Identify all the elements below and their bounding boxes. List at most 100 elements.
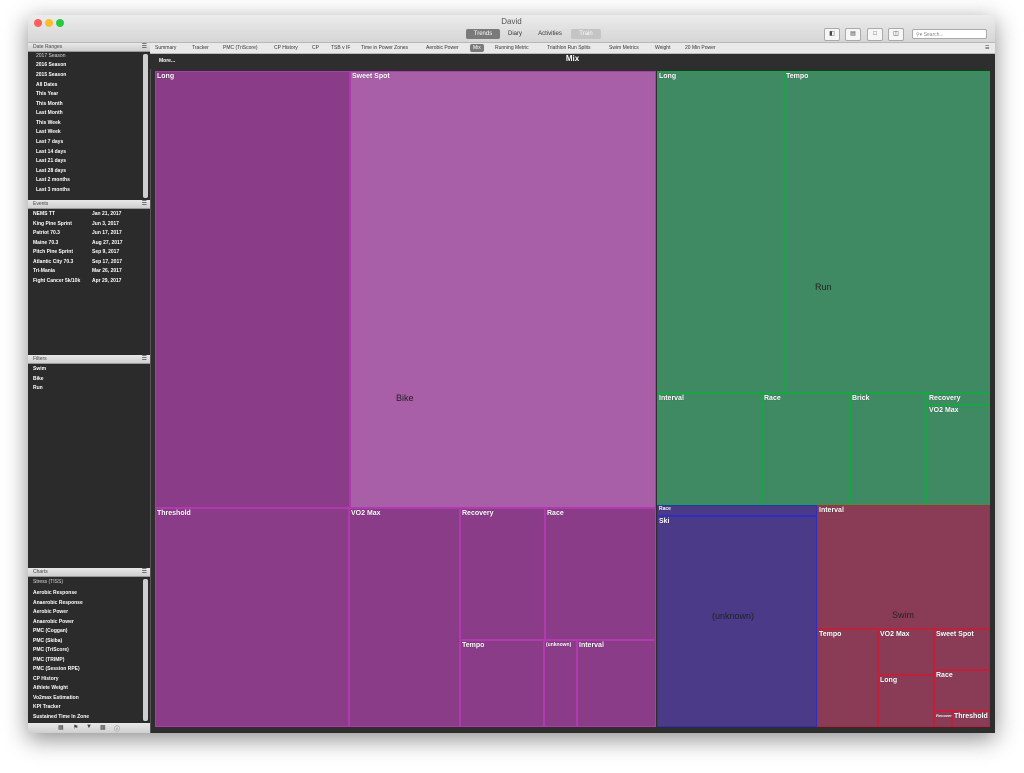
treemap-cell[interactable]: Race [762, 393, 850, 505]
treemap-cell[interactable]: Race [934, 670, 990, 711]
tab-tracker[interactable]: Tracker [192, 44, 209, 52]
chart-item[interactable]: Athlete Weight [33, 685, 68, 691]
tab-running-metric[interactable]: Running Metric [495, 44, 529, 52]
event-name[interactable]: Maine 70.3 [33, 240, 58, 246]
date-range-item[interactable]: 2015 Season [36, 72, 66, 78]
tab-triathlon-run-splits[interactable]: Triathlon Run Splits [547, 44, 590, 52]
date-range-item[interactable]: All Dates [36, 82, 57, 88]
date-range-item[interactable]: Last 2 months [36, 177, 70, 183]
treemap-cell[interactable]: Race [657, 505, 817, 516]
event-name[interactable]: Atlantic City 70.3 [33, 259, 73, 265]
chart-item[interactable]: PMC (Skiba) [33, 638, 62, 644]
treemap-cell[interactable]: Threshold [155, 508, 349, 727]
view-train-button[interactable]: Train [571, 29, 601, 39]
treemap-cell[interactable]: Sweet Spot [934, 629, 990, 670]
tab-time-in-power-zones[interactable]: Time in Power Zones [361, 44, 408, 52]
treemap-cell[interactable]: Interval [577, 640, 656, 727]
chart-item[interactable]: PMC (Coggan) [33, 628, 67, 634]
date-range-item[interactable]: 2016 Season [36, 62, 66, 68]
date-range-item[interactable]: Last 3 months [36, 187, 70, 193]
tab-cp-history[interactable]: CP History [274, 44, 298, 52]
chart-item[interactable]: Vo2max Estimation [33, 695, 79, 701]
date-range-item[interactable]: Last 14 days [36, 149, 66, 155]
menu-icon[interactable]: ☰ [142, 200, 147, 209]
toggle-sidebar-icon[interactable]: ◧ [824, 28, 840, 41]
tab-view-icon[interactable]: ◫ [888, 28, 904, 41]
toggle-bottom-panel-icon[interactable]: ▤ [845, 28, 861, 41]
treemap-cell[interactable]: Tempo [817, 629, 878, 727]
chart-item[interactable]: Sustained Time In Zone [33, 714, 89, 720]
event-name[interactable]: Pitch Pine Sprint [33, 249, 73, 255]
search-input[interactable]: ⚲▾ Search... [912, 29, 987, 39]
tab-mix[interactable]: Mix [470, 44, 484, 52]
chart-item[interactable]: PMC (Session RPE) [33, 666, 80, 672]
treemap-cell[interactable]: Brick [850, 393, 927, 505]
calendar-icon[interactable]: ▦ [58, 724, 64, 731]
tab-tsb-v-if[interactable]: TSB v IF [331, 44, 350, 52]
date-range-item[interactable]: Last 7 days [36, 139, 63, 145]
treemap-cell[interactable]: Long [155, 71, 350, 508]
tab-swim-metrics[interactable]: Swim Metrics [609, 44, 639, 52]
chart-item[interactable]: CP History [33, 676, 58, 682]
view-activities-button[interactable]: Activities [531, 29, 569, 39]
tile-view-icon[interactable]: □ [867, 28, 883, 41]
date-ranges-scrollbar[interactable] [143, 54, 148, 198]
chart-item[interactable]: Anaerobic Power [33, 619, 74, 625]
date-range-item[interactable]: Last Month [36, 110, 63, 116]
treemap-cell[interactable]: Race [545, 508, 656, 640]
treemap-cell[interactable]: Threshold [952, 711, 990, 727]
charts-header[interactable]: Charts ☰ [28, 568, 150, 577]
filter-item[interactable]: Swim [33, 366, 46, 372]
chart-item[interactable]: Anaerobic Response [33, 600, 83, 606]
date-ranges-header[interactable]: Date Ranges ☰ [28, 43, 150, 52]
date-range-item[interactable]: 2017 Season [36, 53, 65, 59]
chart-item[interactable]: PMC (TRIMP) [33, 657, 64, 663]
tabs-menu-icon[interactable]: ☰ [985, 44, 989, 52]
filter-item[interactable]: Run [33, 385, 43, 391]
view-trends-button[interactable]: Trends [466, 29, 500, 39]
charts-scrollbar[interactable] [143, 579, 148, 721]
treemap-cell[interactable]: Recovery [934, 711, 954, 727]
treemap-cell[interactable]: VO2 Max [927, 405, 990, 505]
date-range-item[interactable]: Last 21 days [36, 158, 66, 164]
treemap-cell[interactable]: Recovery [927, 393, 990, 405]
treemap-cell[interactable]: Sweet Spot [350, 71, 656, 508]
menu-icon[interactable]: ☰ [142, 43, 147, 52]
more-button[interactable]: More... [159, 58, 175, 64]
tab-pmc-triscore[interactable]: PMC (TriScore) [223, 44, 258, 52]
event-name[interactable]: Patriot 70.3 [33, 230, 60, 236]
chart-item[interactable]: Aerobic Response [33, 590, 77, 596]
tab-aerobic-power[interactable]: Aerobic Power [426, 44, 459, 52]
treemap-cell[interactable]: Recovery [460, 508, 545, 640]
tab-20-min-power[interactable]: 20 Min Power [685, 44, 716, 52]
treemap-cell[interactable]: Tempo [460, 640, 544, 727]
menu-icon[interactable]: ☰ [142, 568, 147, 577]
view-diary-button[interactable]: Diary [502, 29, 528, 39]
event-name[interactable]: King Pine Sprint [33, 221, 72, 227]
treemap-cell[interactable]: VO2 Max [349, 508, 460, 727]
date-range-item[interactable]: This Month [36, 101, 63, 107]
treemap-cell[interactable]: (unknown) [544, 640, 577, 727]
events-header[interactable]: Events ☰ [28, 200, 150, 209]
date-range-item[interactable]: This Week [36, 120, 61, 126]
chart-icon[interactable]: ▩ [100, 724, 106, 731]
chart-item[interactable]: KPI Tracker [33, 704, 61, 710]
chart-item-selected[interactable]: Stress (TISS) [33, 579, 63, 585]
treemap-cell[interactable]: VO2 Max [878, 629, 934, 675]
treemap-cell[interactable]: Tempo [784, 71, 990, 393]
bookmark-icon[interactable]: ⚑ [73, 724, 78, 731]
treemap-cell[interactable]: Interval [657, 393, 762, 505]
info-icon[interactable]: ⓘ [114, 724, 120, 733]
event-name[interactable]: Tri-Mania [33, 268, 55, 274]
date-range-item[interactable]: This Year [36, 91, 58, 97]
chart-item[interactable]: PMC (TriScore) [33, 647, 69, 653]
chart-item[interactable]: Aerobic Power [33, 609, 68, 615]
event-name[interactable]: Fight Cancer 5k/10k [33, 278, 80, 284]
date-range-item[interactable]: Last 28 days [36, 168, 66, 174]
filter-icon[interactable]: ▼ [86, 724, 92, 730]
filter-item[interactable]: Bike [33, 376, 44, 382]
treemap-cell[interactable]: Ski [657, 516, 817, 727]
date-range-item[interactable]: Last Week [36, 129, 61, 135]
tab-weight[interactable]: Weight [655, 44, 670, 52]
treemap-cell[interactable]: Long [657, 71, 784, 393]
